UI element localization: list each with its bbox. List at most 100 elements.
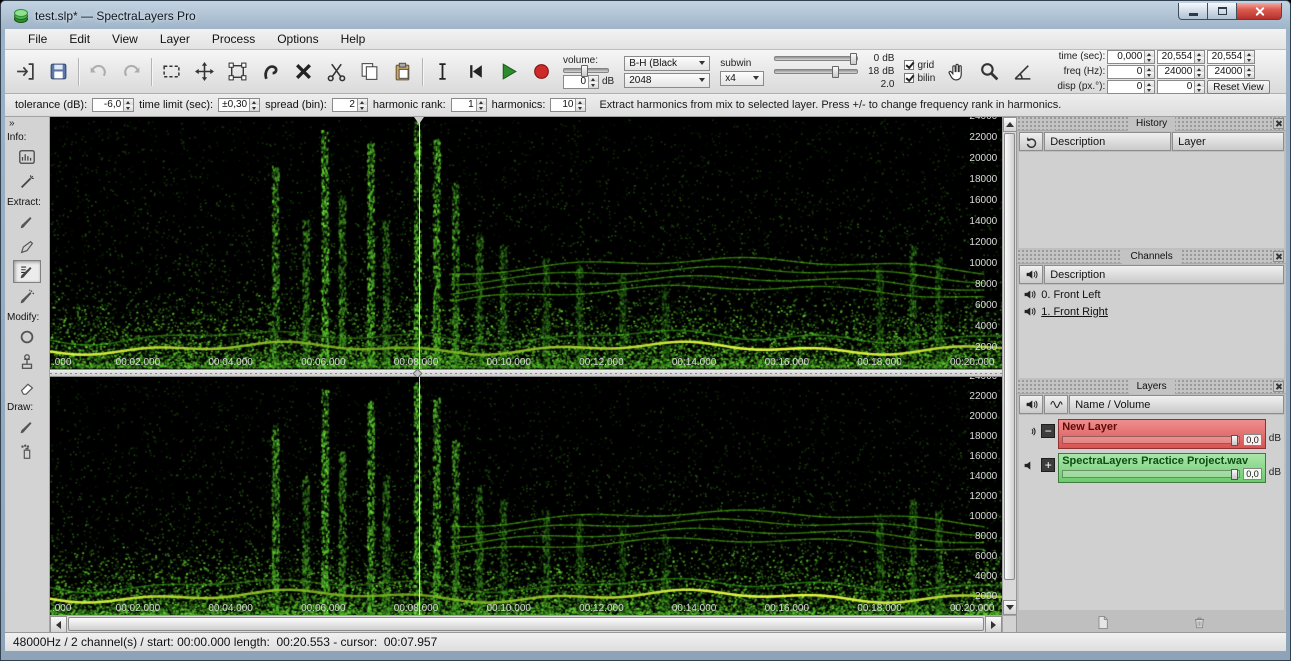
layers-mute-column-button[interactable] [1019, 395, 1044, 414]
menu-item-layer[interactable]: Layer [149, 29, 201, 49]
scroll-left-button[interactable] [49, 616, 67, 633]
layer-name[interactable]: New Layer [1062, 421, 1262, 433]
channels-column-description[interactable]: Description [1044, 265, 1284, 284]
extract-pencil-tool-button[interactable] [13, 235, 41, 258]
channel-row-front-left[interactable]: 0. Front Left [1019, 285, 1284, 302]
paste-button[interactable] [386, 54, 419, 90]
pan-tool-button[interactable] [940, 54, 973, 90]
layer-name-volume-bar[interactable]: New Layer 0,0 [1058, 419, 1266, 449]
scroll-right-button[interactable] [985, 616, 1003, 633]
layer-row-practice-project[interactable]: + SpectraLayers Practice Project.wav 0,0… [1019, 449, 1284, 483]
horizontal-scroll-track[interactable] [67, 616, 985, 632]
channels-mute-column-button[interactable] [1019, 265, 1044, 284]
spinner-down-button[interactable] [589, 81, 598, 88]
go-to-start-button[interactable] [459, 54, 492, 90]
disp-x-spinner[interactable]: 0 [1107, 79, 1156, 94]
harmonic-rank-spinner[interactable]: 1 [450, 98, 487, 112]
vertical-scroll-track[interactable] [1003, 132, 1016, 600]
volume-slider-thumb[interactable] [581, 64, 588, 77]
history-close-icon[interactable] [1273, 118, 1284, 129]
undo-button[interactable] [82, 54, 115, 90]
playhead-cursor[interactable] [418, 377, 420, 615]
spinner-down-button[interactable] [1145, 71, 1155, 78]
channels-close-icon[interactable] [1273, 251, 1284, 262]
menu-item-edit[interactable]: Edit [58, 29, 101, 49]
move-tool-button[interactable] [188, 54, 221, 90]
history-undo-button[interactable] [1019, 132, 1044, 151]
scroll-up-button[interactable] [1003, 117, 1018, 132]
layers-close-icon[interactable] [1273, 381, 1284, 392]
horizontal-scroll-thumb[interactable] [67, 617, 985, 631]
time-limit-spinner[interactable]: ±0,30 [218, 98, 261, 112]
freq-length-spinner[interactable]: 24000 [1207, 64, 1256, 79]
cursor-tool-button[interactable] [426, 54, 459, 90]
maximize-button[interactable] [1208, 3, 1236, 20]
spray-tool-button[interactable] [13, 440, 41, 463]
volume-spinner[interactable]: 0 [563, 74, 599, 89]
zoom-tool-button[interactable] [973, 54, 1006, 90]
horizontal-scrollbar[interactable] [49, 615, 1003, 633]
harmonics-spinner[interactable]: 10 [550, 98, 587, 112]
layer-mute-icon[interactable] [1023, 459, 1038, 477]
blur-tool-button[interactable] [13, 325, 41, 348]
layers-column-name-volume[interactable]: Name / Volume [1069, 395, 1284, 414]
vertical-scroll-thumb[interactable] [1004, 133, 1016, 581]
menu-item-options[interactable]: Options [266, 29, 329, 49]
history-column-description[interactable]: Description [1044, 132, 1172, 151]
spectrogram-left-channel[interactable]: 2400022000200001800016000140001200010000… [49, 117, 1003, 369]
channel-label[interactable]: 0. Front Left [1041, 289, 1100, 301]
layer-name[interactable]: SpectraLayers Practice Project.wav [1062, 455, 1262, 467]
spread-spinner[interactable]: 2 [331, 98, 368, 112]
history-panel-titlebar[interactable]: History [1017, 116, 1286, 131]
volume-slider[interactable] [563, 64, 609, 77]
menu-item-file[interactable]: File [17, 29, 58, 49]
reset-view-button[interactable]: Reset View [1207, 79, 1270, 94]
spectrogram-canvas[interactable] [49, 117, 1003, 369]
layers-wave-column-button[interactable] [1044, 395, 1069, 414]
clone-tool-button[interactable] [13, 350, 41, 373]
spectrogram-canvas[interactable] [49, 377, 1003, 615]
spinner-down-button[interactable] [1145, 56, 1155, 63]
minimize-button[interactable] [1178, 3, 1208, 20]
time-start-spinner[interactable]: 0,000 [1107, 49, 1156, 64]
time-end-spinner[interactable]: 20,554 [1157, 49, 1206, 64]
playhead-cursor[interactable] [418, 117, 420, 369]
channel-splitter[interactable] [49, 368, 1003, 379]
spinner-down-button[interactable] [1195, 86, 1205, 93]
freq-end-spinner[interactable]: 24000 [1157, 64, 1206, 79]
measure-tool-button[interactable] [1006, 54, 1039, 90]
delete-button[interactable] [287, 54, 320, 90]
layer-volume-slider[interactable] [1062, 469, 1241, 480]
cut-button[interactable] [320, 54, 353, 90]
extract-harmonics-tool-button[interactable] [12, 260, 41, 283]
title-bar[interactable]: test.slp* — SpectraLayers Pro [5, 3, 1286, 29]
spinner-down-button[interactable] [1245, 71, 1255, 78]
layer-volume-thumb[interactable] [1231, 435, 1239, 446]
redo-button[interactable] [115, 54, 148, 90]
subwin-select[interactable]: x4 [720, 70, 765, 86]
playhead-marker-icon[interactable] [413, 117, 424, 124]
expand-tools-button[interactable]: » [5, 118, 19, 129]
colormap-select[interactable]: B-H (Black [624, 55, 711, 71]
time-length-spinner[interactable]: 20,554 [1207, 49, 1256, 64]
histogram-tool-button[interactable] [13, 145, 41, 168]
spectrogram-right-channel[interactable]: 2400022000200001800016000140001200010000… [49, 377, 1003, 615]
spinner-down-button[interactable] [576, 105, 586, 111]
layer-audible-icon[interactable] [1023, 425, 1038, 443]
spinner-down-button[interactable] [476, 105, 486, 111]
spinner-down-button[interactable] [1195, 56, 1205, 63]
delete-layer-button[interactable] [1191, 613, 1209, 631]
tolerance-spinner[interactable]: -6,0 [92, 98, 135, 112]
range-slider[interactable] [774, 66, 859, 78]
gain-slider[interactable] [774, 53, 859, 65]
layer-collapse-toggle[interactable]: − [1041, 424, 1056, 438]
spinner-down-button[interactable] [1245, 56, 1255, 63]
close-button[interactable] [1236, 3, 1282, 20]
layer-volume-thumb[interactable] [1231, 469, 1239, 480]
menu-item-view[interactable]: View [101, 29, 149, 49]
layer-name-volume-bar[interactable]: SpectraLayers Practice Project.wav 0,0 [1058, 453, 1266, 483]
extract-noise-tool-button[interactable] [13, 285, 41, 308]
save-button[interactable] [42, 54, 75, 90]
menu-item-process[interactable]: Process [201, 29, 266, 49]
fft-size-select[interactable]: 2048 [624, 72, 711, 88]
